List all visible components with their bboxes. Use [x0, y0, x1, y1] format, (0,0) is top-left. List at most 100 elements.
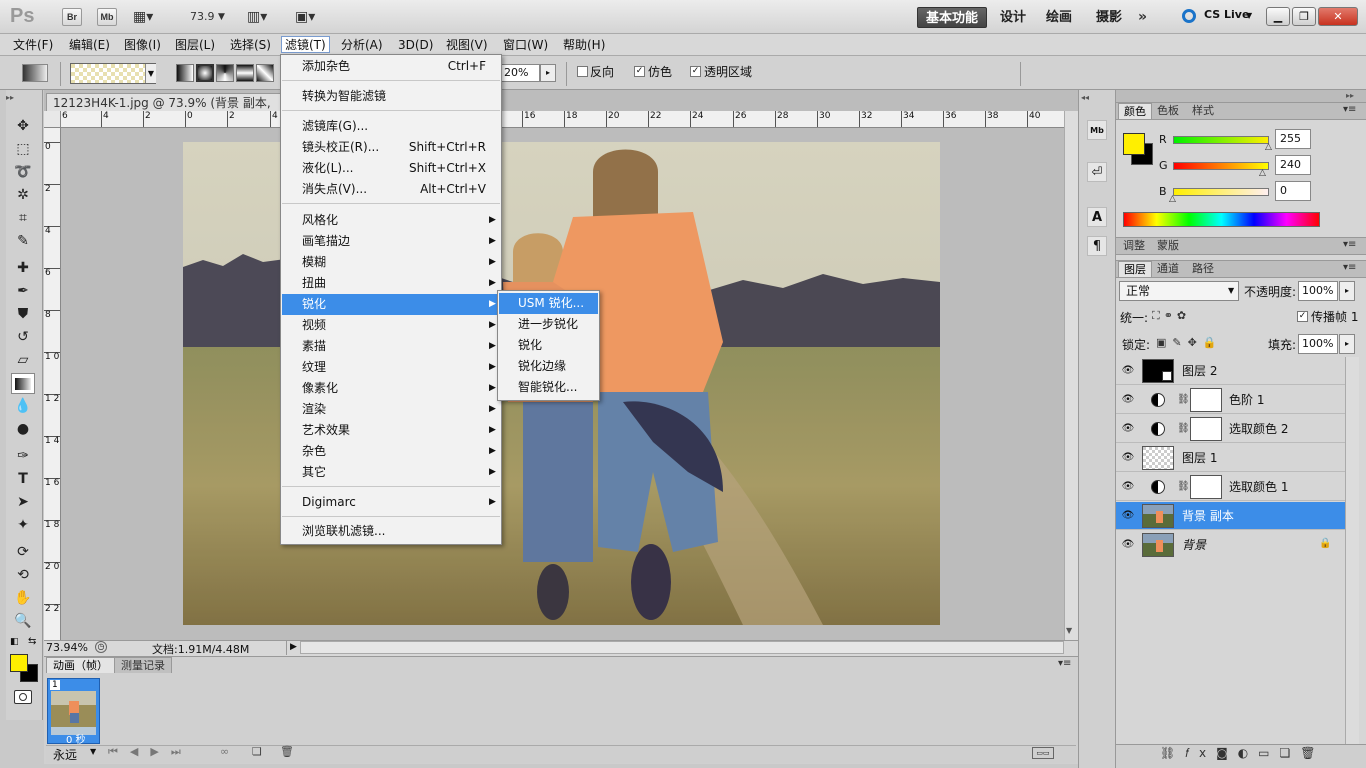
type-tool-icon[interactable]: T — [11, 469, 35, 490]
quick-mask-icon[interactable] — [14, 690, 32, 704]
zoom-dropdown-icon[interactable]: ▼ — [218, 8, 225, 26]
menu-item-render[interactable]: 渲染 ▶ — [282, 399, 500, 420]
shape-tool-icon[interactable]: ✦ — [11, 515, 35, 536]
layer-name[interactable]: 选取颜色 1 — [1229, 480, 1288, 494]
panel-menu-icon[interactable]: ▾≡ — [1058, 658, 1071, 669]
chain-link-icon[interactable]: ⛓ — [1177, 480, 1190, 494]
lock-icons[interactable]: ▣✎✥🔒 — [1156, 336, 1223, 349]
menu-item-sketch[interactable]: 素描 ▶ — [282, 336, 500, 357]
layer-name[interactable]: 图层 2 — [1182, 364, 1217, 378]
tab-layers[interactable]: 图层 — [1118, 261, 1152, 277]
ruler-origin[interactable] — [44, 111, 61, 128]
arrange-documents-icon[interactable]: ▥▾ — [247, 8, 267, 26]
default-colors-icon[interactable]: ◧ — [10, 637, 19, 647]
history-panel-icon[interactable]: ⏎ — [1087, 162, 1107, 182]
tool-preset-picker[interactable] — [22, 64, 48, 82]
fill-arrow-icon[interactable]: ▸ — [1339, 334, 1355, 354]
eye-icon[interactable]: 👁 — [1121, 451, 1135, 465]
menu-item-texture[interactable]: 纹理 ▶ — [282, 357, 500, 378]
tab-animation-frames[interactable]: 动画（帧） — [46, 657, 115, 673]
magic-wand-icon[interactable]: ✲ — [11, 185, 35, 206]
mini-bridge-panel-icon[interactable]: Mb — [1087, 120, 1107, 140]
crop-tool-icon[interactable]: ⌗ — [11, 208, 35, 229]
g-input[interactable]: 240 — [1275, 155, 1311, 175]
diamond-gradient-button[interactable] — [256, 64, 274, 82]
workspace-photography[interactable]: 摄影 — [1088, 7, 1130, 28]
more-workspaces-icon[interactable]: » — [1138, 8, 1147, 26]
menu-analysis[interactable]: 分析(A) — [338, 37, 386, 54]
menu-view[interactable]: 视图(V) — [443, 37, 491, 54]
frame-delay[interactable]: 0 秒 — [66, 731, 86, 746]
blend-mode-select[interactable]: 正常 — [1119, 281, 1239, 301]
document-tab[interactable]: 12123H4K-1.jpg @ 73.9% (背景 副本, RGB — [46, 93, 282, 128]
radial-gradient-button[interactable] — [196, 64, 214, 82]
layer-footer-icons[interactable]: ⛓𝑓x◙◐▭❏🗑 — [1160, 746, 1326, 761]
horizontal-scrollbar[interactable] — [300, 641, 1064, 654]
convert-timeline-icon[interactable]: ▭▭ — [1032, 747, 1054, 759]
history-brush-icon[interactable]: ↺ — [11, 327, 35, 348]
menu-filter[interactable]: 滤镜(T) — [281, 36, 330, 53]
layer-mask-thumbnail[interactable] — [1190, 388, 1222, 412]
opacity-input[interactable]: 20% — [500, 64, 540, 82]
tab-masks[interactable]: 蒙版 — [1152, 238, 1184, 254]
tab-paths[interactable]: 路径 — [1187, 261, 1219, 277]
minimize-icon[interactable]: ▁ — [1266, 7, 1290, 26]
b-input[interactable]: 0 — [1275, 181, 1311, 201]
menu-window[interactable]: 窗口(W) — [500, 37, 551, 54]
restore-icon[interactable]: ❐ — [1292, 7, 1316, 26]
menu-item-sharpen[interactable]: 锐化 ▶ — [282, 294, 500, 315]
menu-item-video[interactable]: 视频 ▶ — [282, 315, 500, 336]
menu-item-smart-filter[interactable]: 转换为智能滤镜 — [282, 86, 500, 107]
menu-item-filter-gallery[interactable]: 滤镜库(G)... — [282, 116, 500, 137]
scroll-down-icon[interactable]: ▼ — [1066, 626, 1072, 635]
submenu-item-unsharp-mask[interactable]: USM 锐化... — [499, 293, 598, 314]
menu-item-noise[interactable]: 杂色 ▶ — [282, 441, 500, 462]
color-spectrum[interactable] — [1123, 212, 1320, 227]
character-panel-icon[interactable]: A — [1087, 207, 1107, 227]
vertical-scrollbar[interactable] — [1064, 111, 1078, 640]
tab-swatches[interactable]: 色板 — [1152, 103, 1184, 119]
menu-file[interactable]: 文件(F) — [10, 37, 56, 54]
3d-orbit-icon[interactable]: ⟲ — [11, 565, 35, 586]
transparency-checkbox[interactable]: ✓ — [690, 66, 701, 77]
eyedropper-icon[interactable]: ✎ — [11, 231, 35, 252]
eye-icon[interactable]: 👁 — [1121, 538, 1135, 552]
menu-item-vanishing-point[interactable]: 消失点(V)... Alt+Ctrl+V — [282, 179, 500, 200]
status-menu-icon[interactable]: ▶ — [286, 640, 300, 655]
submenu-item-smart-sharpen[interactable]: 智能锐化... — [499, 377, 598, 398]
layer-opacity-input[interactable]: 100% — [1298, 281, 1338, 301]
layer-name[interactable]: 选取颜色 2 — [1229, 422, 1288, 436]
menu-edit[interactable]: 编辑(E) — [66, 37, 113, 54]
playback-icons[interactable]: ⏮◀▶⏭ — [108, 745, 193, 759]
submenu-item-sharpen[interactable]: 锐化 — [499, 335, 598, 356]
layer-opacity-arrow-icon[interactable]: ▸ — [1339, 281, 1355, 301]
layers-scrollbar[interactable] — [1345, 357, 1359, 745]
r-slider-handle[interactable]: △ — [1265, 142, 1272, 152]
chain-link-icon[interactable]: ⛓ — [1177, 393, 1190, 407]
menu-item-digimarc[interactable]: Digimarc ▶ — [282, 492, 500, 513]
menu-item-browse-filters-online[interactable]: 浏览联机滤镜... — [282, 521, 500, 542]
layer-mask-thumbnail[interactable] — [1190, 417, 1222, 441]
new-frame-icon[interactable]: ❏ — [252, 745, 262, 758]
menu-item-pixelate[interactable]: 像素化 ▶ — [282, 378, 500, 399]
layer-name[interactable]: 色阶 1 — [1229, 393, 1264, 407]
eye-icon[interactable]: 👁 — [1121, 364, 1135, 378]
g-slider-handle[interactable]: △ — [1259, 168, 1266, 178]
b-slider[interactable] — [1173, 188, 1269, 196]
gradient-picker[interactable] — [70, 63, 156, 84]
menu-item-brush-strokes[interactable]: 画笔描边 ▶ — [282, 231, 500, 252]
swap-colors-icon[interactable]: ⇆ — [28, 636, 36, 647]
cs-live-menu[interactable]: CS Live — [1204, 8, 1249, 21]
eye-icon[interactable]: 👁 — [1121, 393, 1135, 407]
bridge-button[interactable]: Br — [62, 8, 82, 26]
foreground-color-swatch[interactable] — [10, 654, 28, 672]
close-icon[interactable]: ✕ — [1318, 7, 1358, 26]
reflected-gradient-button[interactable] — [236, 64, 254, 82]
r-slider[interactable] — [1173, 136, 1269, 144]
screen-mode-icon[interactable]: ▣▾ — [295, 8, 315, 26]
eye-icon[interactable]: 👁 — [1121, 509, 1135, 523]
eraser-tool-icon[interactable]: ▱ — [11, 350, 35, 371]
tab-adjustments[interactable]: 调整 — [1118, 238, 1150, 254]
tab-styles[interactable]: 样式 — [1187, 103, 1219, 119]
fill-input[interactable]: 100% — [1298, 334, 1338, 354]
